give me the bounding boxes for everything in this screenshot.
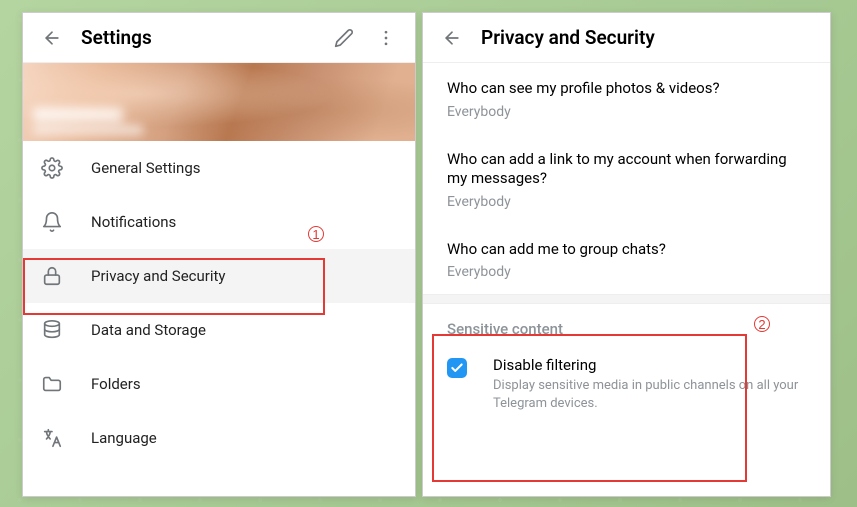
profile-banner[interactable] xyxy=(23,63,415,141)
settings-panel: Settings General Settings Notifi xyxy=(22,12,416,497)
menu-item-label: Privacy and Security xyxy=(91,267,226,285)
privacy-item-forward-link[interactable]: Who can add a link to my account when fo… xyxy=(423,134,830,224)
arrow-left-icon xyxy=(442,28,462,48)
sidebar-item-folders[interactable]: Folders xyxy=(23,357,415,411)
privacy-title: Privacy and Security xyxy=(471,26,820,49)
gear-icon xyxy=(41,157,63,179)
sidebar-item-privacy-security[interactable]: Privacy and Security xyxy=(23,249,415,303)
folder-icon xyxy=(41,373,63,395)
privacy-answer: Everybody xyxy=(447,264,806,280)
menu-item-label: Folders xyxy=(91,375,141,393)
back-button[interactable] xyxy=(433,19,471,57)
more-button[interactable] xyxy=(367,19,405,57)
privacy-item-profile-photos[interactable]: Who can see my profile photos & videos? … xyxy=(423,63,830,134)
privacy-item-group-chats[interactable]: Who can add me to group chats? Everybody xyxy=(423,224,830,295)
arrow-left-icon xyxy=(42,28,62,48)
sidebar-item-notifications[interactable]: Notifications xyxy=(23,195,415,249)
check-desc: Display sensitive media in public channe… xyxy=(493,377,806,412)
privacy-question: Who can add a link to my account when fo… xyxy=(447,150,806,189)
privacy-question: Who can see my profile photos & videos? xyxy=(447,79,806,99)
privacy-options: Who can see my profile photos & videos? … xyxy=(423,63,830,294)
privacy-answer: Everybody xyxy=(447,194,806,210)
menu-item-label: Data and Storage xyxy=(91,321,206,339)
check-title: Disable filtering xyxy=(493,356,806,374)
settings-title: Settings xyxy=(71,26,325,49)
edit-button[interactable] xyxy=(325,19,363,57)
back-button[interactable] xyxy=(33,19,71,57)
menu-item-label: Language xyxy=(91,429,157,447)
privacy-answer: Everybody xyxy=(447,104,806,120)
bell-icon xyxy=(41,211,63,233)
menu-item-label: Notifications xyxy=(91,213,176,231)
privacy-panel: Privacy and Security Who can see my prof… xyxy=(422,12,831,497)
sidebar-item-language[interactable]: Language xyxy=(23,411,415,465)
privacy-header: Privacy and Security xyxy=(423,13,830,63)
annotation-label-2: 2 xyxy=(754,316,770,332)
database-icon xyxy=(41,319,63,341)
annotation-label-1: 1 xyxy=(308,226,324,242)
settings-menu: General Settings Notifications Privacy a… xyxy=(23,141,415,465)
settings-header: Settings xyxy=(23,13,415,63)
section-divider xyxy=(423,294,830,304)
pencil-icon xyxy=(334,28,354,48)
menu-item-label: General Settings xyxy=(91,159,201,177)
disable-filtering-checkbox[interactable] xyxy=(447,358,467,378)
privacy-question: Who can add me to group chats? xyxy=(447,240,806,260)
more-vertical-icon xyxy=(376,28,396,48)
profile-info-blurred xyxy=(33,107,143,135)
disable-filtering-row[interactable]: Disable filtering Display sensitive medi… xyxy=(423,346,830,424)
sidebar-item-data-storage[interactable]: Data and Storage xyxy=(23,303,415,357)
sidebar-item-general-settings[interactable]: General Settings xyxy=(23,141,415,195)
check-icon xyxy=(450,361,464,375)
language-icon xyxy=(41,427,63,449)
lock-icon xyxy=(41,265,63,287)
